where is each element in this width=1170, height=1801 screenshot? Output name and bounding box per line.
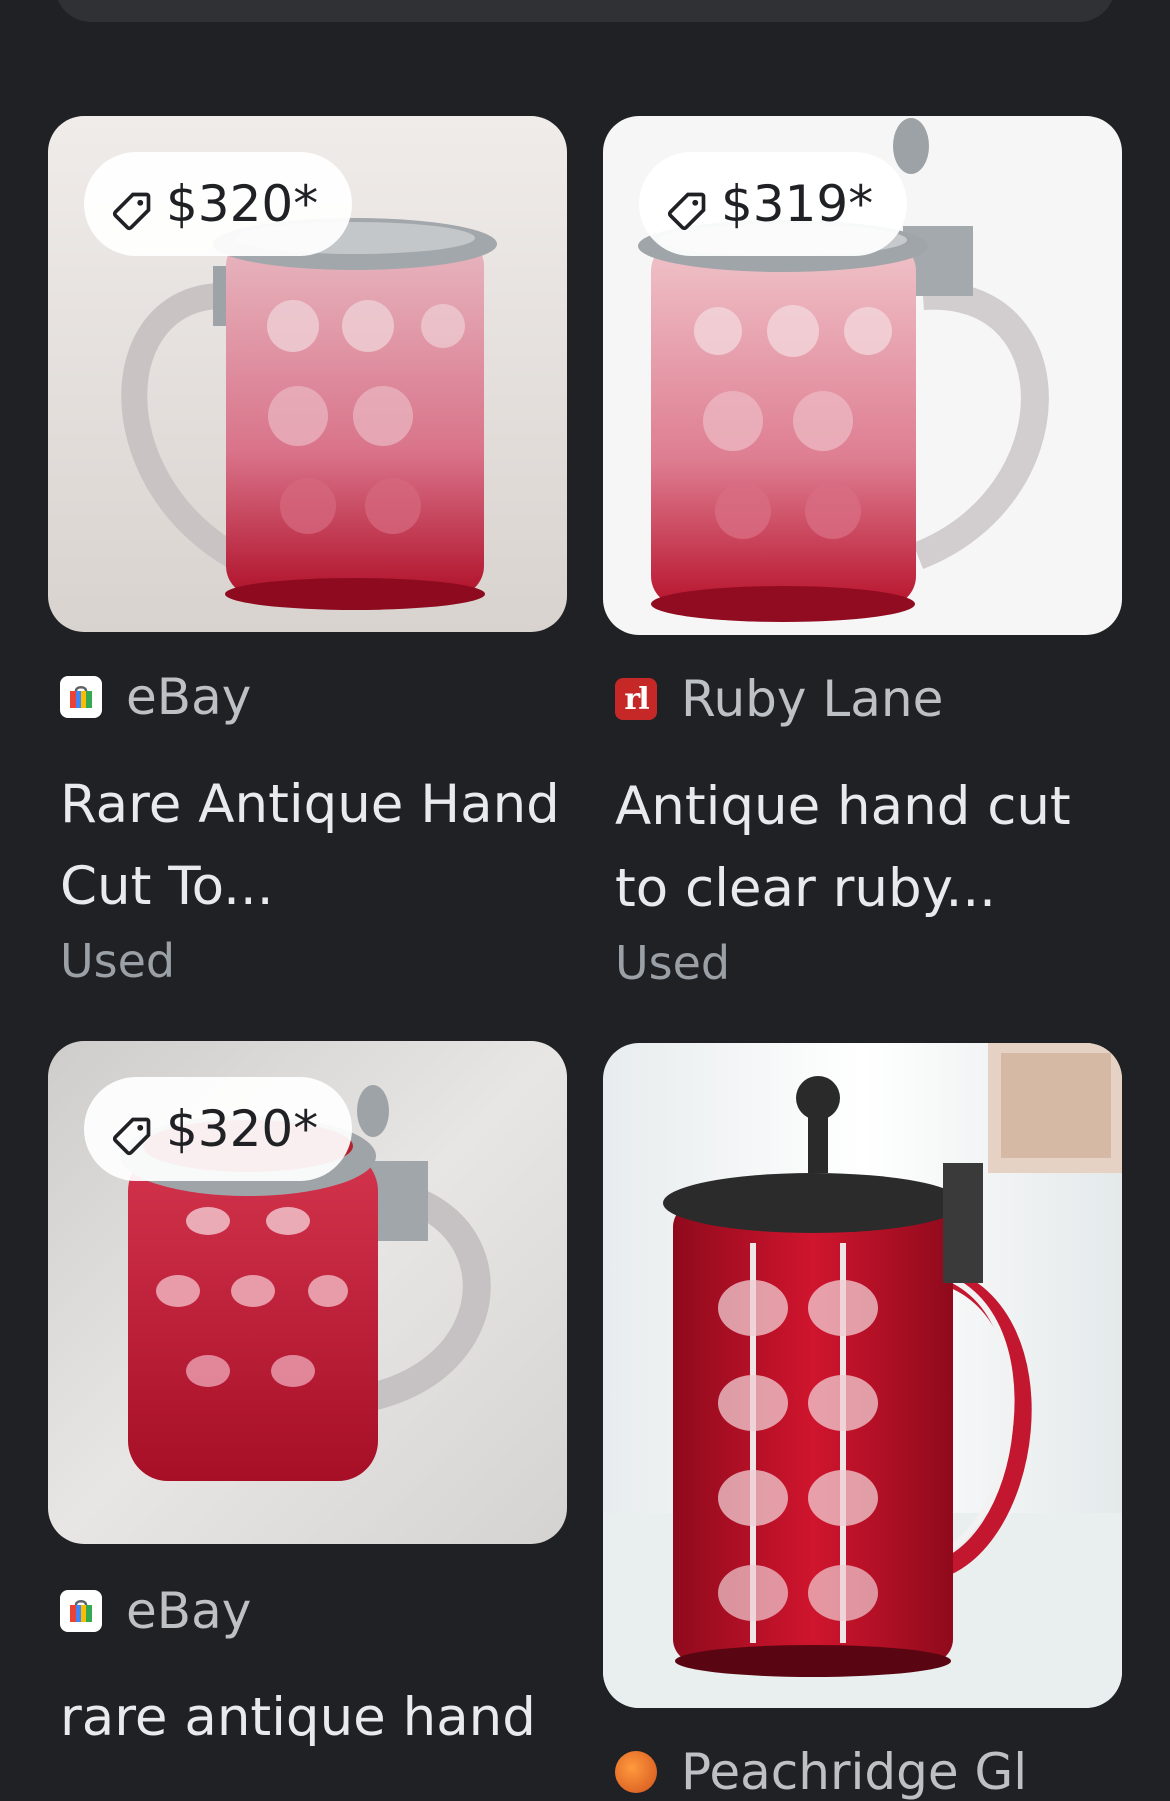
product-image[interactable] — [603, 1043, 1122, 1708]
price-chip: $320* — [84, 152, 353, 256]
price-text: $320* — [166, 175, 319, 233]
price-text: $319* — [721, 175, 874, 233]
product-card[interactable]: Peachridge Gl — [603, 1043, 1122, 1801]
source-name: Ruby Lane — [681, 670, 944, 728]
source-row: rl Ruby Lane — [615, 670, 943, 728]
peachridge-icon — [615, 1751, 657, 1793]
source-row: eBay — [60, 1582, 251, 1640]
previous-result-card[interactable] — [55, 0, 1115, 22]
product-condition: Used — [60, 934, 176, 988]
product-title[interactable]: Antique hand cut to clear ruby... — [615, 766, 1115, 930]
price-tag-icon — [112, 1117, 151, 1156]
price-tag-icon — [112, 192, 151, 231]
ruby-lane-icon: rl — [615, 678, 657, 720]
source-name: eBay — [126, 668, 252, 726]
source-row: eBay — [60, 668, 251, 726]
product-card[interactable]: $320* eBay rare antique hand — [48, 1041, 567, 1781]
source-name: eBay — [126, 1582, 252, 1640]
ebay-shopping-bag-icon — [60, 1590, 102, 1632]
price-chip: $319* — [639, 152, 908, 256]
product-title[interactable]: rare antique hand — [60, 1677, 560, 1759]
product-card[interactable]: $320* eBay Rare Antique Hand Cut To... U… — [48, 116, 567, 1016]
ebay-shopping-bag-icon — [60, 676, 102, 718]
product-card[interactable]: $319* rl Ruby Lane Antique hand cut to c… — [603, 116, 1122, 1016]
source-row: Peachridge Gl — [615, 1743, 1027, 1801]
source-name: Peachridge Gl — [681, 1743, 1028, 1801]
price-text: $320* — [166, 1100, 319, 1158]
product-title[interactable]: Rare Antique Hand Cut To... — [60, 764, 560, 928]
price-tag-icon — [667, 192, 706, 231]
product-condition: Used — [615, 936, 731, 990]
price-chip: $320* — [84, 1077, 353, 1181]
